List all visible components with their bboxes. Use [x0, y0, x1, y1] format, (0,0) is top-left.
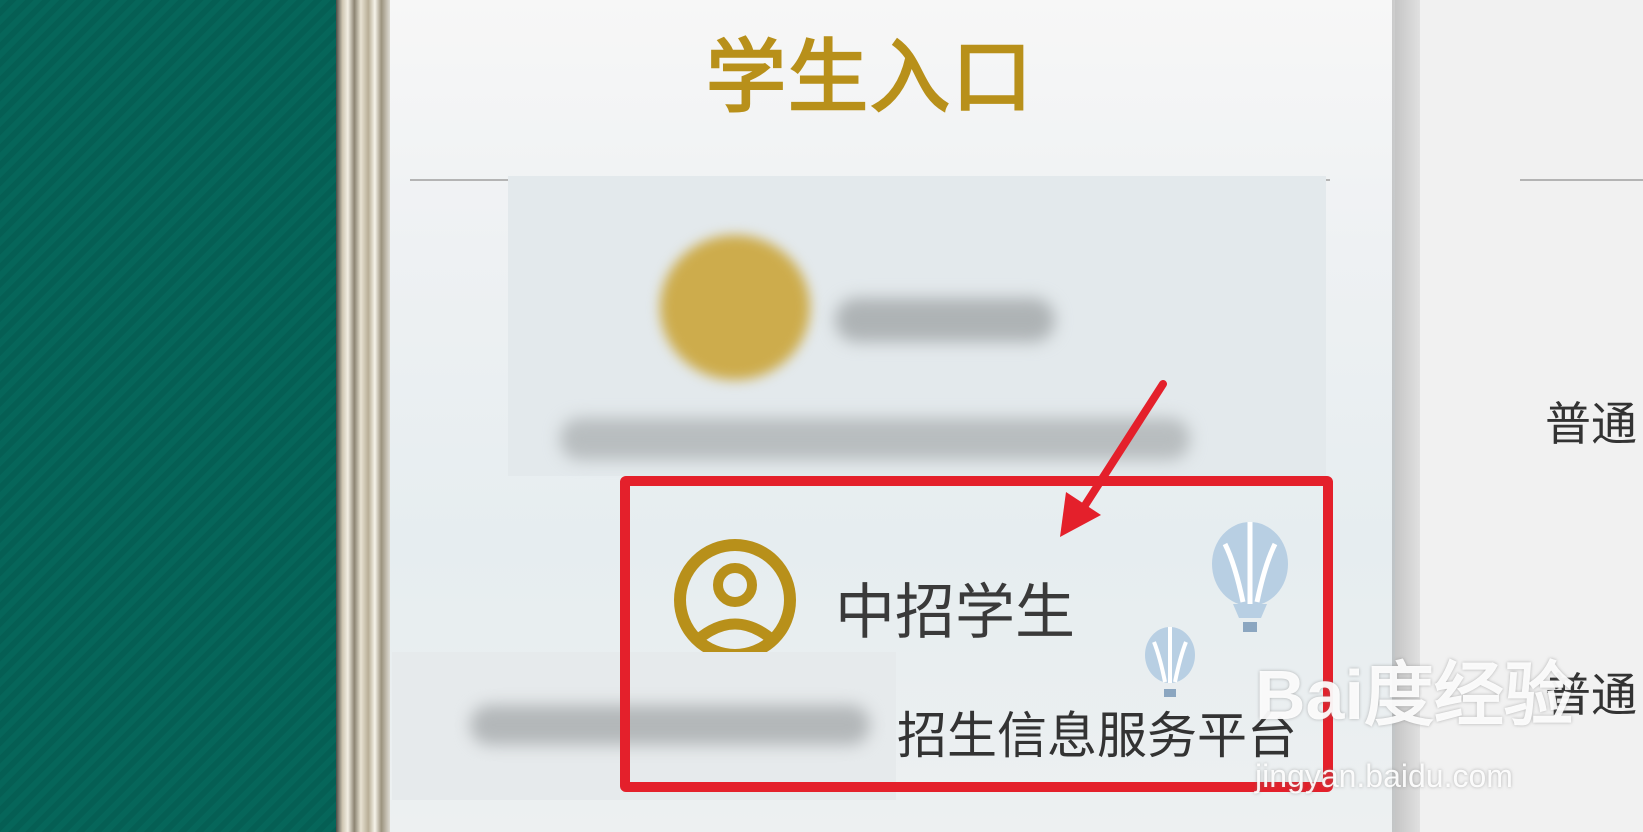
blurred-name: [835, 298, 1055, 342]
blurred-description: [560, 418, 1190, 460]
watermark-logo: Bai度经验: [1255, 656, 1574, 734]
window-frame-edge: [336, 0, 390, 832]
blurred-avatar: [660, 235, 810, 380]
right-panel-item[interactable]: 普通: [1545, 396, 1637, 452]
page-title: 学生入口: [706, 31, 1034, 124]
watermark-url: jingyan.baidu.com: [1255, 758, 1513, 794]
highlight-box: [620, 476, 1333, 792]
left-green-background: [0, 0, 340, 832]
right-panel-divider: [1520, 179, 1643, 181]
baidu-jingyan-watermark: Bai度经验 jingyan.baidu.com: [1255, 656, 1574, 794]
